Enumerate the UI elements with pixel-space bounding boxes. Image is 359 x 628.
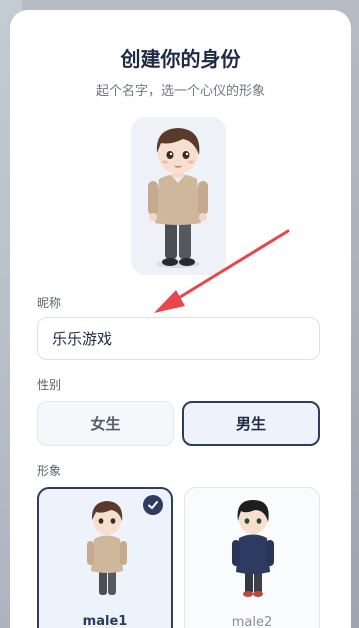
annotation-arrow: [154, 229, 290, 313]
